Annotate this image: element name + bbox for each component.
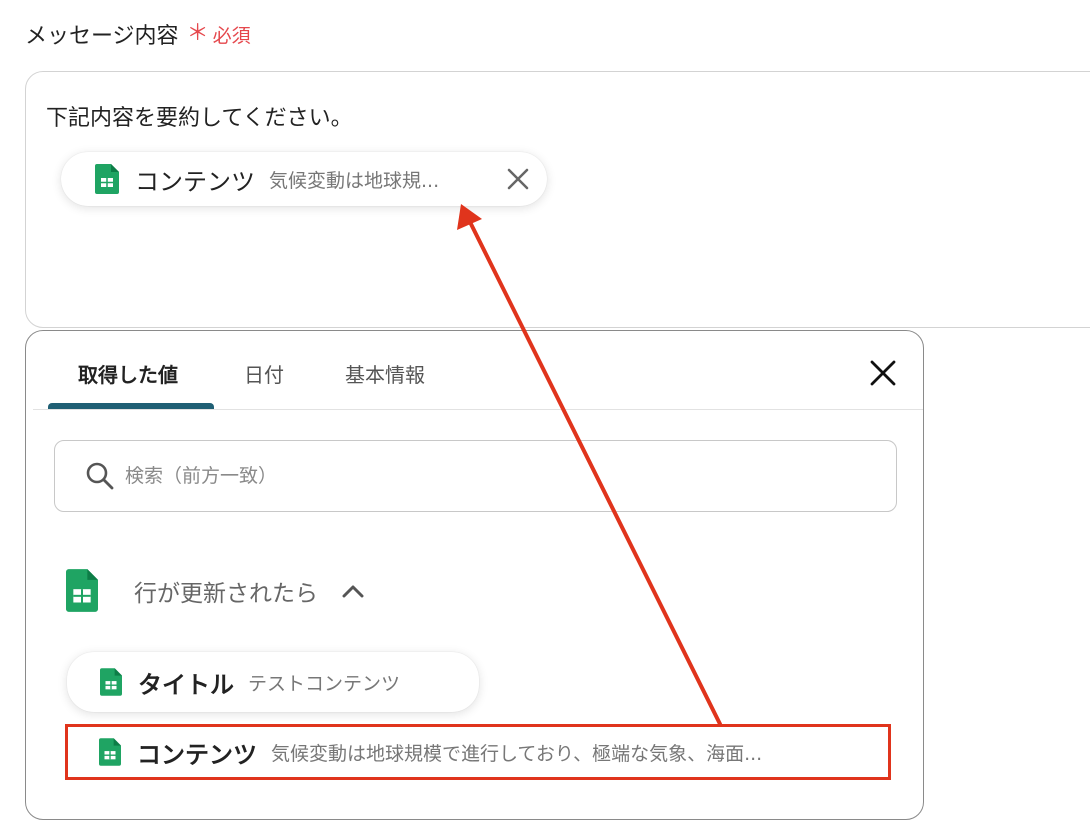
search-icon: [85, 461, 115, 491]
chip-name: コンテンツ: [135, 167, 255, 196]
tab-acquired-values[interactable]: 取得した値: [78, 359, 178, 388]
tabs-divider: [33, 409, 923, 410]
chip-name: タイトル: [138, 670, 234, 699]
search-input[interactable]: [123, 464, 827, 488]
chip-value: 気候変動は地球規...: [269, 169, 440, 192]
google-sheets-icon: [100, 668, 122, 696]
variable-chip[interactable]: コンテンツ 気候変動は地球規...: [61, 152, 547, 206]
close-icon[interactable]: [507, 168, 529, 190]
chevron-up-icon[interactable]: [342, 584, 364, 598]
required-star: ＊: [186, 21, 209, 46]
panel-tabs: 取得した値 日付 基本情報: [26, 331, 923, 411]
required-text: 必須: [212, 24, 251, 47]
google-sheets-icon: [95, 164, 119, 194]
section-title: 行が更新されたら: [134, 580, 318, 607]
field-label-text: メッセージ内容: [25, 24, 179, 49]
tab-basic-info[interactable]: 基本情報: [345, 359, 425, 388]
search-field[interactable]: [54, 440, 897, 512]
tab-date[interactable]: 日付: [244, 359, 284, 388]
textarea-text: 下記内容を要約してください。: [46, 106, 353, 131]
google-sheets-icon: [66, 569, 98, 612]
variable-chip-title[interactable]: タイトル テストコンテンツ: [67, 652, 479, 712]
field-label: メッセージ内容 ＊ 必須: [25, 18, 251, 50]
section-header[interactable]: 行が更新されたら: [66, 569, 364, 612]
chip-value: テストコンテンツ: [248, 672, 401, 695]
close-icon[interactable]: [869, 359, 897, 387]
annotation-highlight-box: [65, 724, 891, 780]
